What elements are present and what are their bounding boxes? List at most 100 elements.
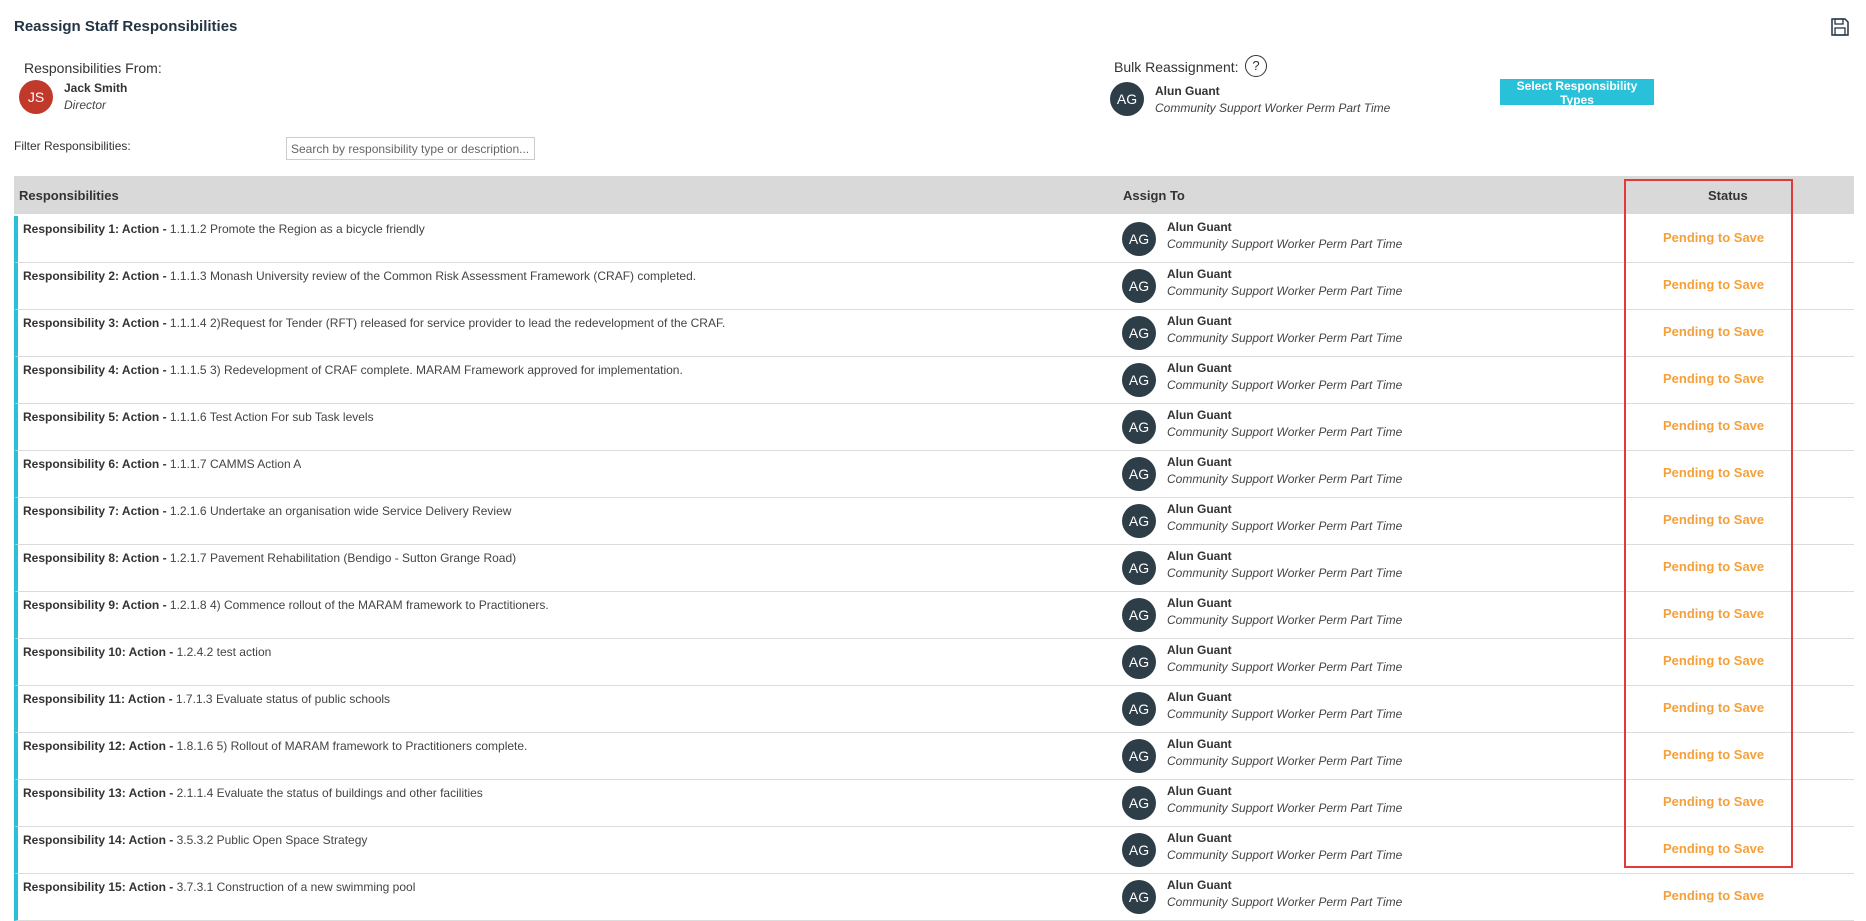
responsibility-text: 1.2.1.8 4) Commence rollout of the MARAM… [166, 598, 549, 612]
responsibilities-from-label: Responsibilities From: [24, 60, 162, 76]
assignee[interactable]: Alun Guant Community Support Worker Perm … [1167, 690, 1402, 721]
status-badge: Pending to Save [1663, 277, 1765, 292]
assignee-role: Community Support Worker Perm Part Time [1167, 613, 1403, 627]
table-row[interactable]: Responsibility 10: Action - 1.2.4.2 test… [14, 639, 1854, 686]
assignee[interactable]: Alun Guant Community Support Worker Perm … [1167, 502, 1402, 533]
table-row[interactable]: Responsibility 13: Action - 2.1.1.4 Eval… [14, 780, 1854, 827]
assignee-name: Alun Guant [1167, 643, 1232, 657]
assignee[interactable]: Alun Guant Community Support Worker Perm … [1167, 784, 1402, 815]
assignee-avatar[interactable]: AG [1122, 551, 1156, 585]
table-row[interactable]: Responsibility 15: Action - 3.7.3.1 Cons… [14, 874, 1854, 921]
table-row[interactable]: Responsibility 7: Action - 1.2.1.6 Under… [14, 498, 1854, 545]
assignee-avatar[interactable]: AG [1122, 739, 1156, 773]
assignee-avatar[interactable]: AG [1122, 457, 1156, 491]
table-row[interactable]: Responsibility 14: Action - 3.5.3.2 Publ… [14, 827, 1854, 874]
responsibility-description: Responsibility 8: Action - 1.2.1.7 Pavem… [23, 551, 516, 565]
assignee-avatar[interactable]: AG [1122, 363, 1156, 397]
assignee-role: Community Support Worker Perm Part Time [1167, 284, 1403, 298]
table-row[interactable]: Responsibility 11: Action - 1.7.1.3 Eval… [14, 686, 1854, 733]
assignee-avatar[interactable]: AG [1122, 598, 1156, 632]
table-row[interactable]: Responsibility 1: Action - 1.1.1.2 Promo… [14, 216, 1854, 263]
assignee[interactable]: Alun Guant Community Support Worker Perm … [1167, 878, 1402, 909]
save-icon[interactable] [1830, 17, 1850, 37]
assignee[interactable]: Alun Guant Community Support Worker Perm … [1167, 408, 1402, 439]
assignee-avatar[interactable]: AG [1122, 786, 1156, 820]
status-badge: Pending to Save [1663, 324, 1765, 339]
responsibility-text: 1.1.1.4 2)Request for Tender (RFT) relea… [166, 316, 726, 330]
bulk-person-role: Community Support Worker Perm Part Time [1155, 101, 1391, 115]
assignee[interactable]: Alun Guant Community Support Worker Perm … [1167, 643, 1402, 674]
bulk-person[interactable]: Alun Guant Community Support Worker Perm… [1155, 84, 1390, 115]
header-responsibilities[interactable]: Responsibilities [19, 188, 119, 203]
help-icon[interactable]: ? [1245, 55, 1267, 77]
assignee[interactable]: Alun Guant Community Support Worker Perm … [1167, 596, 1402, 627]
responsibility-text: 3.7.3.1 Construction of a new swimming p… [173, 880, 416, 894]
assignee-avatar[interactable]: AG [1122, 316, 1156, 350]
responsibility-description: Responsibility 15: Action - 3.7.3.1 Cons… [23, 880, 415, 894]
table-row[interactable]: Responsibility 8: Action - 1.2.1.7 Pavem… [14, 545, 1854, 592]
assignee-avatar[interactable]: AG [1122, 222, 1156, 256]
table-row[interactable]: Responsibility 6: Action - 1.1.1.7 CAMMS… [14, 451, 1854, 498]
assignee-avatar[interactable]: AG [1122, 504, 1156, 538]
assignee-name: Alun Guant [1167, 596, 1232, 610]
responsibility-prefix: Responsibility 8: Action - [23, 551, 167, 565]
table-row[interactable]: Responsibility 12: Action - 1.8.1.6 5) R… [14, 733, 1854, 780]
status-badge: Pending to Save [1663, 888, 1765, 903]
table-row[interactable]: Responsibility 3: Action - 1.1.1.4 2)Req… [14, 310, 1854, 357]
table-row[interactable]: Responsibility 4: Action - 1.1.1.5 3) Re… [14, 357, 1854, 404]
assignee[interactable]: Alun Guant Community Support Worker Perm … [1167, 267, 1402, 298]
table-row[interactable]: Responsibility 9: Action - 1.2.1.8 4) Co… [14, 592, 1854, 639]
filter-search-input[interactable] [286, 137, 535, 160]
assignee-avatar[interactable]: AG [1122, 880, 1156, 914]
responsibility-description: Responsibility 9: Action - 1.2.1.8 4) Co… [23, 598, 549, 612]
responsibilities-table: Responsibility 1: Action - 1.1.1.2 Promo… [14, 216, 1854, 921]
responsibility-text: 1.2.1.7 Pavement Rehabilitation (Bendigo… [166, 551, 517, 565]
assignee-avatar[interactable]: AG [1122, 269, 1156, 303]
assignee-avatar[interactable]: AG [1122, 692, 1156, 726]
assignee[interactable]: Alun Guant Community Support Worker Perm … [1167, 455, 1402, 486]
responsibility-text: 1.1.1.3 Monash University review of the … [166, 269, 697, 283]
status-badge: Pending to Save [1663, 559, 1765, 574]
assignee[interactable]: Alun Guant Community Support Worker Perm … [1167, 361, 1402, 392]
responsibility-text: 1.1.1.6 Test Action For sub Task levels [166, 410, 374, 424]
assignee-avatar[interactable]: AG [1122, 410, 1156, 444]
status-badge: Pending to Save [1663, 794, 1765, 809]
responsibility-prefix: Responsibility 12: Action - [23, 739, 174, 753]
header-assign-to[interactable]: Assign To [1123, 188, 1185, 203]
responsibility-text: 1.7.1.3 Evaluate status of public school… [172, 692, 391, 706]
table-row[interactable]: Responsibility 2: Action - 1.1.1.3 Monas… [14, 263, 1854, 310]
responsibility-description: Responsibility 14: Action - 3.5.3.2 Publ… [23, 833, 367, 847]
assignee[interactable]: Alun Guant Community Support Worker Perm … [1167, 220, 1402, 251]
assignee-name: Alun Guant [1167, 361, 1232, 375]
responsibility-prefix: Responsibility 4: Action - [23, 363, 167, 377]
assignee-avatar[interactable]: AG [1122, 833, 1156, 867]
responsibility-description: Responsibility 11: Action - 1.7.1.3 Eval… [23, 692, 390, 706]
responsibility-text: 1.2.4.2 test action [173, 645, 272, 659]
assignee[interactable]: Alun Guant Community Support Worker Perm … [1167, 549, 1402, 580]
header-status[interactable]: Status [1708, 188, 1748, 203]
from-person-role: Director [64, 98, 107, 112]
assignee-role: Community Support Worker Perm Part Time [1167, 519, 1403, 533]
page-title: Reassign Staff Responsibilities [14, 18, 238, 35]
select-responsibility-types-button[interactable]: Select Responsibility Types [1500, 79, 1654, 107]
responsibility-description: Responsibility 12: Action - 1.8.1.6 5) R… [23, 739, 527, 753]
bulk-person-name: Alun Guant [1155, 84, 1220, 98]
table-row[interactable]: Responsibility 5: Action - 1.1.1.6 Test … [14, 404, 1854, 451]
responsibility-text: 1.1.1.5 3) Redevelopment of CRAF complet… [166, 363, 683, 377]
responsibility-prefix: Responsibility 1: Action - [23, 222, 167, 236]
assignee-name: Alun Guant [1167, 220, 1232, 234]
bulk-avatar[interactable]: AG [1110, 82, 1144, 116]
assignee-role: Community Support Worker Perm Part Time [1167, 895, 1403, 909]
assignee-avatar[interactable]: AG [1122, 645, 1156, 679]
responsibility-description: Responsibility 6: Action - 1.1.1.7 CAMMS… [23, 457, 301, 471]
assignee[interactable]: Alun Guant Community Support Worker Perm … [1167, 831, 1402, 862]
assignee-role: Community Support Worker Perm Part Time [1167, 707, 1403, 721]
assignee-name: Alun Guant [1167, 408, 1232, 422]
responsibility-prefix: Responsibility 13: Action - [23, 786, 174, 800]
responsibility-prefix: Responsibility 9: Action - [23, 598, 167, 612]
assignee-name: Alun Guant [1167, 831, 1232, 845]
assignee[interactable]: Alun Guant Community Support Worker Perm … [1167, 737, 1402, 768]
assignee[interactable]: Alun Guant Community Support Worker Perm … [1167, 314, 1402, 345]
responsibility-text: 2.1.1.4 Evaluate the status of buildings… [173, 786, 483, 800]
responsibility-prefix: Responsibility 14: Action - [23, 833, 174, 847]
